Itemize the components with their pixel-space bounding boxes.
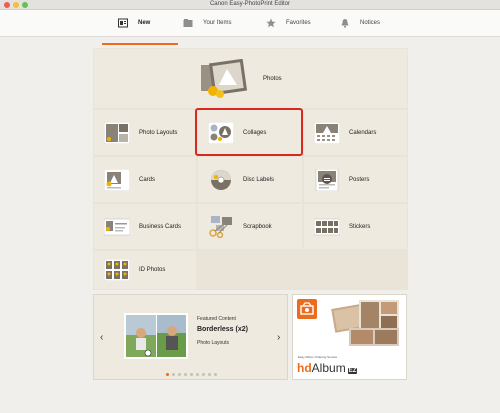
new-items-grid: Photos Photo Layouts Collages Calendars xyxy=(93,48,408,290)
carousel-page-dot[interactable] xyxy=(184,373,187,376)
item-scrapbook-label: Scrapbook xyxy=(243,223,272,230)
tab-favorites-label: Favorites xyxy=(286,20,311,26)
calendars-thumbnail-icon xyxy=(313,121,341,144)
title-bar: Canon Easy-PhotoPrint Editor xyxy=(0,0,500,10)
app-window: Canon Easy-PhotoPrint Editor New Your It… xyxy=(0,0,500,413)
bell-icon xyxy=(340,18,350,28)
id-photos-thumbnail-icon xyxy=(103,258,131,282)
active-tab-indicator xyxy=(102,43,178,45)
hdalbum-promo-banner[interactable]: Easy Album Ordering Service hd Album EZ xyxy=(292,294,407,380)
album-photos-collage-image xyxy=(329,300,403,348)
item-photos[interactable]: Photos xyxy=(94,49,407,108)
folder-icon xyxy=(183,18,193,28)
disc-labels-thumbnail-icon xyxy=(208,169,234,191)
selected-item-highlight xyxy=(195,108,303,156)
carousel-next-button[interactable]: › xyxy=(277,332,280,343)
hdalbum-logo: hd Album EZ xyxy=(297,361,358,375)
carousel-page-dot[interactable] xyxy=(190,373,193,376)
carousel-page-dot[interactable] xyxy=(166,373,169,376)
item-business-cards-label: Business Cards xyxy=(139,223,182,230)
posters-thumbnail-icon xyxy=(314,168,340,191)
stickers-thumbnail-icon xyxy=(313,216,341,238)
hdalbum-logo-main: Album xyxy=(311,361,346,375)
album-app-logo-icon xyxy=(297,299,317,319)
star-icon xyxy=(266,18,276,28)
business-cards-thumbnail-icon xyxy=(103,216,131,238)
carousel-page-dot[interactable] xyxy=(208,373,211,376)
carousel-page-dot[interactable] xyxy=(196,373,199,376)
photo-layouts-thumbnail-icon xyxy=(103,121,131,144)
tab-notices[interactable]: Notices xyxy=(340,10,380,36)
carousel-page-dot[interactable] xyxy=(202,373,205,376)
new-grid-icon xyxy=(118,18,128,28)
item-cards-label: Cards xyxy=(139,176,156,183)
hdalbum-logo-prefix: hd xyxy=(297,361,312,375)
featured-content-carousel: ‹ › Featured Content Borderless (x2) Pho… xyxy=(93,294,288,380)
item-photo-layouts-label: Photo Layouts xyxy=(139,129,178,136)
carousel-page-dot[interactable] xyxy=(214,373,217,376)
cards-thumbnail-icon xyxy=(103,168,131,191)
carousel-page-dot[interactable] xyxy=(178,373,181,376)
tab-new-label: New xyxy=(138,20,151,26)
featured-title[interactable]: Borderless (x2) xyxy=(197,326,248,333)
item-posters-label: Posters xyxy=(349,176,370,183)
tab-favorites[interactable]: Favorites xyxy=(266,10,311,36)
photos-thumbnail-icon xyxy=(199,58,249,99)
item-calendars-label: Calendars xyxy=(349,129,377,136)
item-posters[interactable]: Posters xyxy=(304,157,407,202)
item-calendars[interactable]: Calendars xyxy=(304,110,407,155)
item-stickers-label: Stickers xyxy=(349,223,371,230)
tab-your-items-label: Your Items xyxy=(203,20,232,26)
window-title: Canon Easy-PhotoPrint Editor xyxy=(209,1,291,7)
carousel-prev-button[interactable]: ‹ xyxy=(100,332,103,343)
scrapbook-thumbnail-icon xyxy=(208,215,234,238)
item-scrapbook[interactable]: Scrapbook xyxy=(198,204,302,249)
featured-preview-image[interactable] xyxy=(124,313,188,359)
carousel-page-dot[interactable] xyxy=(172,373,175,376)
item-id-photos[interactable]: ID Photos xyxy=(94,251,196,289)
featured-heading: Featured Content xyxy=(197,316,236,322)
item-disc-labels[interactable]: Disc Labels xyxy=(198,157,302,202)
tab-your-items[interactable]: Your Items xyxy=(183,10,231,36)
item-cards[interactable]: Cards xyxy=(94,157,196,202)
top-nav: New Your Items Favorites Notices xyxy=(0,10,500,45)
item-business-cards[interactable]: Business Cards xyxy=(94,204,196,249)
item-id-photos-label: ID Photos xyxy=(139,267,166,273)
album-service-text: Easy Album Ordering Service xyxy=(298,355,338,359)
tab-notices-label: Notices xyxy=(360,20,381,26)
item-disc-labels-label: Disc Labels xyxy=(243,176,275,183)
featured-category: Photo Layouts xyxy=(197,340,229,346)
carousel-page-indicator xyxy=(166,373,220,376)
item-stickers[interactable]: Stickers xyxy=(304,204,407,249)
tab-new[interactable]: New xyxy=(118,10,150,36)
hdalbum-logo-badge: EZ xyxy=(347,368,358,374)
item-photo-layouts[interactable]: Photo Layouts xyxy=(94,110,196,155)
item-photos-label: Photos xyxy=(263,75,282,82)
